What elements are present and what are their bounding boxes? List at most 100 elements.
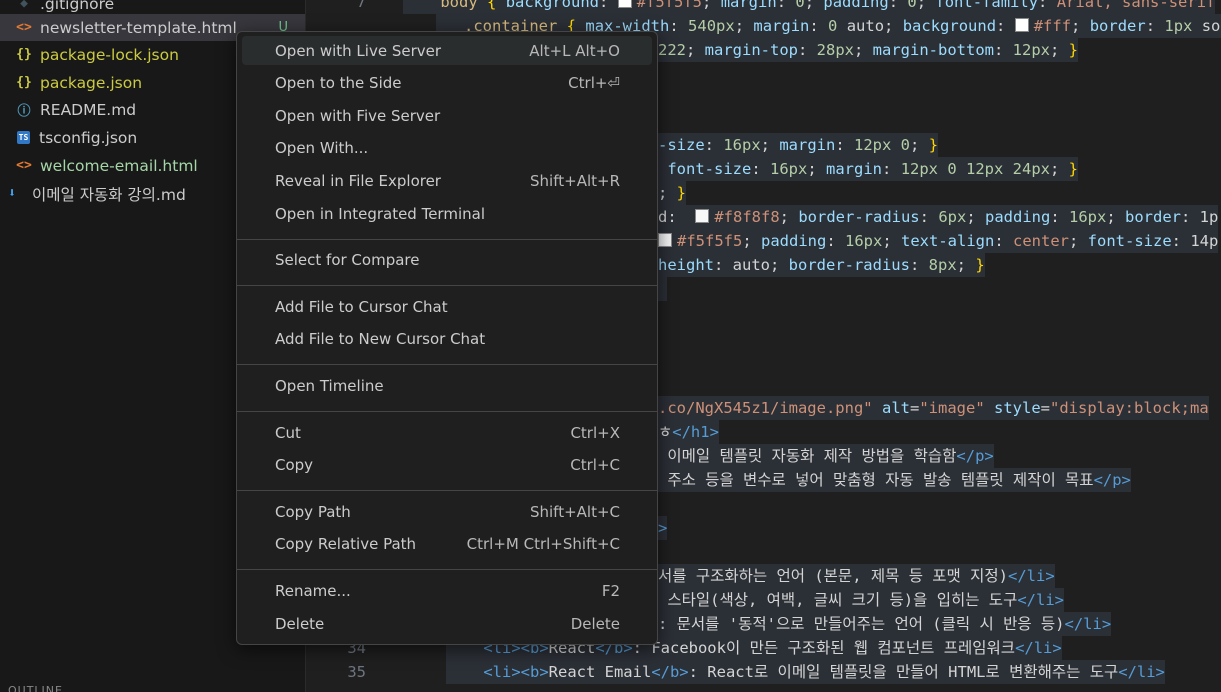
color-swatch	[658, 233, 672, 247]
markdown-download-icon: ⬇	[8, 186, 16, 201]
menu-reveal-in-file-explorer[interactable]: Reveal in File Explorer Shift+Alt+R	[242, 166, 652, 195]
code-token: :	[1050, 208, 1069, 226]
color-swatch	[695, 209, 710, 223]
menu-open-with[interactable]: Open With...	[242, 134, 652, 163]
menu-cut[interactable]: Cut Ctrl+X	[242, 418, 652, 447]
code-token: :	[704, 136, 724, 154]
menu-delete[interactable]: Delete Delete	[242, 609, 652, 638]
code-token: 16px	[1069, 208, 1107, 226]
code-token: margin-bottom	[872, 41, 994, 59]
code-token: #f5f5f5	[636, 0, 703, 11]
menu-separator	[237, 285, 657, 287]
code-token: 0	[907, 0, 917, 11]
code-token: alt	[881, 399, 910, 417]
file-name: newsletter-template.html	[40, 18, 237, 37]
code-token: :	[888, 0, 908, 11]
code-token: 0	[828, 17, 838, 35]
menu-item-label: Open Timeline	[275, 376, 384, 395]
menu-open-with-five-server[interactable]: Open with Five Server	[242, 101, 652, 130]
code-token: padding	[761, 232, 827, 250]
code-line: -size: 16px; margin: 12px 0; }	[658, 133, 939, 157]
code-token: ;	[882, 232, 901, 250]
code-token: font-size	[667, 160, 752, 178]
code-token: 서를 구조화하는 언어 (본문, 제목 등 포맷 지정)	[658, 567, 1008, 585]
menu-item-label: Copy	[275, 456, 314, 475]
info-icon: ⓘ	[17, 104, 31, 119]
code-token: :	[1038, 0, 1057, 11]
line-number: 35	[347, 663, 366, 681]
code-token: :	[809, 17, 829, 35]
menu-item-shortcut: Alt+L Alt+O	[529, 41, 620, 60]
menu-select-for-compare[interactable]: Select for Compare	[242, 246, 652, 275]
code-token: margin	[753, 17, 810, 35]
code-token: font-size	[1087, 232, 1172, 250]
json-file-icon: {}	[16, 47, 32, 62]
code-token: Arial, sans-serif	[1056, 0, 1216, 11]
code-token: >	[658, 519, 668, 537]
code-token: padding	[823, 0, 889, 11]
code-token: border-radius	[798, 208, 920, 226]
code-token: 28px	[816, 41, 854, 59]
menu-copy-path[interactable]: Copy Path Shift+Alt+C	[242, 497, 652, 526]
outline-section-header[interactable]: OUTLINE	[8, 684, 63, 692]
menu-item-label: Reveal in File Explorer	[275, 171, 441, 190]
gitignore-icon: ◆	[20, 0, 28, 11]
code-token: 6px	[938, 208, 967, 226]
code-token: ;	[1069, 232, 1088, 250]
menu-separator	[237, 569, 657, 571]
code-token: text-align	[901, 232, 995, 250]
code-token: 스타일(색상, 여백, 글씨 크기 등)을 입히는 도구	[658, 591, 1018, 609]
menu-item-shortcut: Shift+Alt+R	[530, 171, 620, 190]
code-token: :	[996, 17, 1015, 35]
code-token: :	[798, 41, 817, 59]
menu-item-shortcut: Ctrl+X	[570, 423, 620, 442]
code-token: 12px 0	[854, 136, 911, 154]
code-line: body { background: #f5f5f5; margin: 0; p…	[403, 0, 1216, 14]
menu-open-in-integrated-terminal[interactable]: Open in Integrated Terminal	[242, 199, 652, 228]
code-token: margin	[826, 160, 883, 178]
code-line: ; }	[658, 181, 687, 205]
menu-item-label: Add File to New Cursor Chat	[275, 330, 486, 349]
code-line	[658, 277, 668, 301]
code-token: :	[826, 232, 845, 250]
code-token: padding	[985, 208, 1051, 226]
code-token: height	[658, 256, 714, 274]
code-token: 12px 0 12px 24px	[900, 160, 1050, 178]
code-token: 222	[658, 41, 686, 59]
code-token: ;	[1050, 41, 1069, 59]
menu-item-label: Open with Live Server	[275, 41, 442, 60]
code-line: ㅎ</h1>	[658, 420, 719, 444]
code-token: border-radius	[788, 256, 910, 274]
menu-copy-relative-path[interactable]: Copy Relative Path Ctrl+M Ctrl+Shift+C	[242, 530, 652, 559]
code-line: >	[658, 516, 668, 540]
file-name: README.md	[40, 100, 137, 119]
code-token: sol	[1201, 17, 1221, 35]
line-number: 7	[356, 0, 366, 11]
menu-item-label: Open With...	[275, 139, 369, 158]
menu-add-file-to-cursor-chat[interactable]: Add File to Cursor Chat	[242, 292, 652, 321]
menu-item-label: Open with Five Server	[275, 106, 441, 125]
menu-copy[interactable]: Copy Ctrl+C	[242, 451, 652, 480]
file-name: 이메일 자동화 강의.md	[32, 185, 186, 204]
menu-open-with-live-server[interactable]: Open with Live Server Alt+L Alt+O	[242, 36, 652, 65]
code-token: -size	[658, 136, 705, 154]
code-token: "image"	[919, 399, 985, 417]
menu-add-file-to-new-cursor-chat[interactable]: Add File to New Cursor Chat	[242, 325, 652, 354]
code-token: 8px	[928, 256, 957, 274]
code-token: React Email	[548, 663, 652, 681]
code-token: : 14p	[1171, 232, 1219, 250]
menu-item-shortcut: F2	[601, 581, 620, 600]
menu-rename[interactable]: Rename... F2	[242, 576, 652, 605]
menu-item-label: Open in Integrated Terminal	[275, 204, 485, 223]
code-token: }	[1068, 41, 1079, 59]
code-token: 16px	[770, 160, 808, 178]
code-line: #f5f5f5; padding: 16px; text-align: cent…	[658, 229, 1219, 253]
color-swatch	[617, 0, 632, 8]
menu-open-to-the-side[interactable]: Open to the Side Ctrl+⏎	[242, 69, 652, 98]
code-line: height: auto; border-radius: 8px; }	[658, 253, 985, 277]
code-token: </li>	[1118, 663, 1165, 681]
menu-open-timeline[interactable]: Open Timeline	[242, 371, 652, 400]
code-token: 16px	[723, 136, 761, 154]
